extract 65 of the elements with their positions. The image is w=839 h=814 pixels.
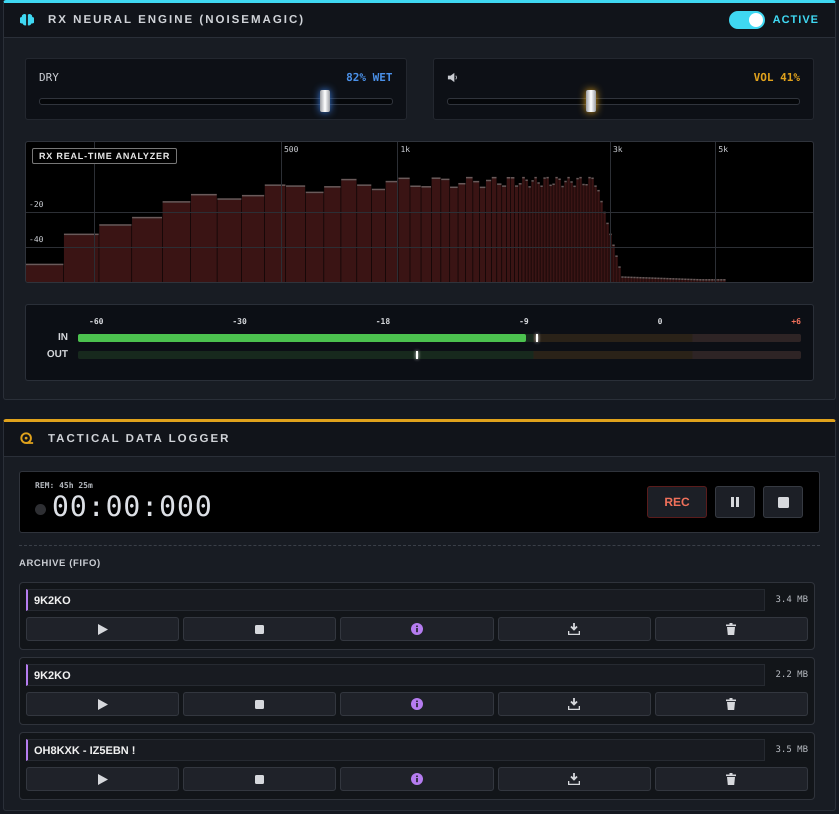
- speaker-icon: [446, 72, 458, 83]
- info-button[interactable]: [340, 767, 494, 791]
- frequency-label: 5k: [718, 145, 728, 154]
- toggle-label: ACTIVE: [772, 14, 819, 26]
- timer-display: 00:00:000: [52, 490, 213, 523]
- record-button[interactable]: REC: [647, 486, 707, 518]
- trash-icon: [726, 773, 736, 785]
- delete-button[interactable]: [654, 692, 808, 716]
- panel-title: RX NEURAL ENGINE (NOISEMAGIC): [48, 14, 306, 26]
- frequency-label: 1k: [400, 145, 410, 154]
- frequency-label: 500: [284, 145, 298, 154]
- download-icon: [568, 623, 580, 635]
- channel-label: OUT: [46, 349, 68, 360]
- file-size: 2.2 MB: [775, 670, 808, 680]
- trash-icon: [726, 623, 736, 635]
- remaining-time: REM: 45h 25m: [35, 481, 94, 490]
- info-icon: [410, 623, 423, 635]
- file-name: 9K2KO: [26, 589, 766, 611]
- file-size: 3.5 MB: [775, 745, 808, 755]
- slider-label: DRY: [39, 71, 59, 84]
- stop-icon: [255, 624, 264, 634]
- info-icon: [410, 773, 423, 785]
- toggle-switch[interactable]: [728, 11, 765, 29]
- delete-button[interactable]: [654, 617, 808, 641]
- download-icon: [568, 773, 580, 785]
- stop-icon: [255, 700, 264, 708]
- pause-button[interactable]: [715, 486, 755, 518]
- panel-title: TACTICAL DATA LOGGER: [48, 433, 230, 445]
- file-size: 3.4 MB: [775, 595, 808, 605]
- channel-label: IN: [57, 332, 68, 343]
- scale-label: -9: [519, 317, 529, 326]
- scale-label: +6: [791, 317, 801, 326]
- info-button[interactable]: [340, 617, 494, 641]
- trash-icon: [726, 698, 736, 710]
- info-button[interactable]: [340, 692, 494, 716]
- stop-button[interactable]: [183, 767, 336, 791]
- slider-thumb[interactable]: [320, 90, 330, 112]
- pause-icon: [731, 497, 739, 507]
- db-label: -40: [29, 235, 44, 244]
- delete-button[interactable]: [654, 767, 808, 791]
- stop-button[interactable]: [763, 486, 803, 518]
- file-name: OH8KXK - IZ5EBN !: [26, 739, 766, 761]
- file-name: 9K2KO: [26, 664, 766, 686]
- db-label: -20: [29, 200, 44, 209]
- section-heading: ARCHIVE (FIFO): [19, 558, 102, 569]
- slider-reading: VOL 41%: [754, 71, 800, 84]
- analyzer-title: RX REAL-TIME ANALYZER: [32, 148, 178, 164]
- tape-icon: [20, 432, 34, 446]
- brain-icon: [20, 13, 34, 27]
- stop-icon: [778, 496, 788, 508]
- info-icon: [410, 698, 423, 710]
- scale-label: 0: [658, 317, 662, 326]
- play-icon: [98, 698, 108, 710]
- slider-reading: 82% WET: [346, 71, 392, 84]
- scale-label: -30: [232, 317, 247, 326]
- stop-button[interactable]: [183, 617, 336, 641]
- scale-label: -60: [89, 317, 104, 326]
- play-icon: [98, 624, 108, 634]
- stop-button[interactable]: [183, 692, 336, 716]
- scale-label: -18: [376, 317, 390, 326]
- slider-thumb[interactable]: [586, 90, 596, 112]
- download-icon: [568, 698, 580, 710]
- play-icon: [98, 774, 108, 784]
- frequency-label: 3k: [612, 145, 623, 154]
- stop-icon: [255, 774, 264, 784]
